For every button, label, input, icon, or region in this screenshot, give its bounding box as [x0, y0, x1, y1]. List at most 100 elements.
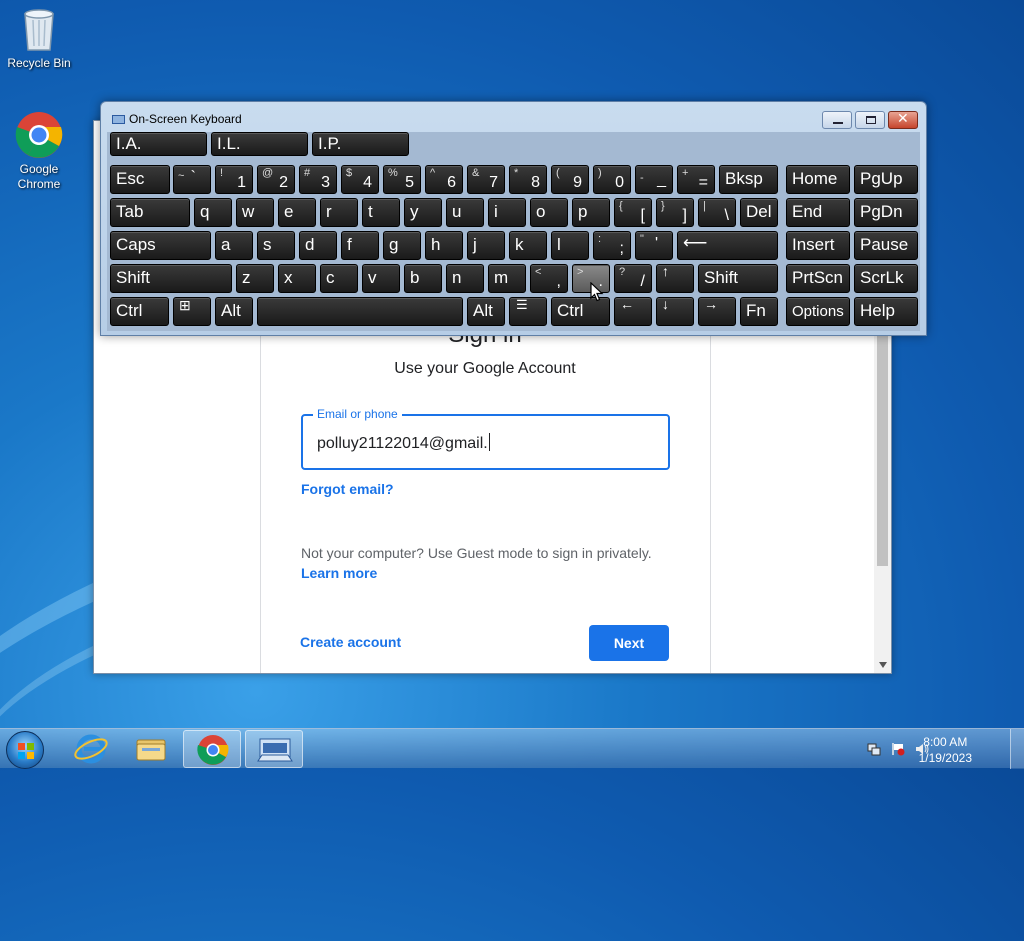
key-options[interactable]: Options [786, 297, 850, 326]
key-l[interactable]: l [551, 231, 589, 260]
key-backslash[interactable]: | \ [698, 198, 736, 227]
key-7[interactable]: & 7 [467, 165, 505, 194]
key-3[interactable]: #3 [299, 165, 337, 194]
key-x[interactable]: x [278, 264, 316, 293]
close-button[interactable]: ✕ [888, 111, 918, 129]
key-o[interactable]: o [530, 198, 568, 227]
key-home[interactable]: Home [786, 165, 850, 194]
key-backspace[interactable]: Bksp [719, 165, 778, 194]
key-ctrl-left[interactable]: Ctrl [110, 297, 169, 326]
key-comma[interactable]: <, [530, 264, 568, 293]
key-6[interactable]: ^ 6 [425, 165, 463, 194]
key-1[interactable]: ! 1 [215, 165, 253, 194]
key-q[interactable]: q [194, 198, 232, 227]
key-minus[interactable]: - _ [635, 165, 673, 194]
key-help[interactable]: Help [854, 297, 918, 326]
key-pgdn[interactable]: PgDn [854, 198, 918, 227]
key-k[interactable]: k [509, 231, 547, 260]
scroll-down-arrow-icon[interactable] [879, 662, 887, 668]
taskbar-windows-explorer[interactable] [122, 730, 180, 768]
key-windows[interactable]: ⊞ [173, 297, 211, 326]
email-field-value[interactable]: polluy21122014@gmail. [317, 433, 490, 453]
key-2[interactable]: @2 [257, 165, 295, 194]
key-arrow-up[interactable]: ↑ [656, 264, 694, 293]
key-end[interactable]: End [786, 198, 850, 227]
key-caps[interactable]: Caps [110, 231, 211, 260]
key-w[interactable]: w [236, 198, 274, 227]
key-v[interactable]: v [362, 264, 400, 293]
prediction-key[interactable]: I.L. [211, 132, 308, 156]
key-e[interactable]: e [278, 198, 316, 227]
key-fn[interactable]: Fn [740, 297, 778, 326]
prediction-key[interactable]: I.A. [110, 132, 207, 156]
system-clock[interactable]: 8:00 AM 1/19/2023 [919, 734, 972, 766]
key-pause[interactable]: Pause [854, 231, 918, 260]
maximize-button[interactable] [855, 111, 885, 129]
key-insert[interactable]: Insert [786, 231, 850, 260]
key-8[interactable]: * 8 [509, 165, 547, 194]
key-arrow-right[interactable]: → [698, 297, 736, 326]
key-5[interactable]: % 5 [383, 165, 421, 194]
key-shift-right[interactable]: Shift [698, 264, 778, 293]
key-semicolon[interactable]: :; [593, 231, 631, 260]
key-n[interactable]: n [446, 264, 484, 293]
key-right-bracket[interactable]: }] [656, 198, 694, 227]
action-center-flag-icon[interactable] [891, 742, 905, 756]
key-enter[interactable]: ⟵ [677, 231, 778, 260]
taskbar-internet-explorer[interactable] [62, 730, 120, 768]
key-j[interactable]: j [467, 231, 505, 260]
key-scrlk[interactable]: ScrLk [854, 264, 918, 293]
show-desktop-button[interactable] [1010, 729, 1024, 769]
key-m[interactable]: m [488, 264, 526, 293]
key-b[interactable]: b [404, 264, 442, 293]
key-t[interactable]: t [362, 198, 400, 227]
key-slash[interactable]: ? / [614, 264, 652, 293]
start-button[interactable] [6, 731, 44, 769]
taskbar-on-screen-keyboard[interactable] [245, 730, 303, 768]
key-f[interactable]: f [341, 231, 379, 260]
key-arrow-left[interactable]: ← [614, 297, 652, 326]
key-shift-left[interactable]: Shift [110, 264, 232, 293]
key-h[interactable]: h [425, 231, 463, 260]
key-i[interactable]: i [488, 198, 526, 227]
key-u[interactable]: u [446, 198, 484, 227]
key-s[interactable]: s [257, 231, 295, 260]
key-d[interactable]: d [299, 231, 337, 260]
key-left-bracket[interactable]: {[ [614, 198, 652, 227]
key-9[interactable]: (9 [551, 165, 589, 194]
scrollbar-thumb[interactable] [877, 321, 888, 566]
key-r[interactable]: r [320, 198, 358, 227]
key-alt-left[interactable]: Alt [215, 297, 253, 326]
key-0[interactable]: ) 0 [593, 165, 631, 194]
key-equals[interactable]: + = [677, 165, 715, 194]
key-space[interactable] [257, 297, 463, 326]
key-del[interactable]: Del [740, 198, 778, 227]
key-c[interactable]: c [320, 264, 358, 293]
key-tilde[interactable]: ~ ` [173, 165, 211, 194]
key-alt-right[interactable]: Alt [467, 297, 505, 326]
key-quote[interactable]: " ' [635, 231, 673, 260]
key-a[interactable]: a [215, 231, 253, 260]
key-arrow-down[interactable]: ↓ [656, 297, 694, 326]
key-4[interactable]: $4 [341, 165, 379, 194]
next-button[interactable]: Next [589, 625, 669, 661]
network-icon[interactable] [867, 742, 881, 756]
key-z[interactable]: z [236, 264, 274, 293]
key-tab[interactable]: Tab [110, 198, 190, 227]
create-account-link[interactable]: Create account [300, 634, 401, 650]
key-y[interactable]: y [404, 198, 442, 227]
desktop-icon-google-chrome[interactable]: Google Chrome [2, 110, 76, 192]
email-field[interactable]: Email or phone polluy21122014@gmail. [301, 407, 670, 470]
minimize-button[interactable] [822, 111, 852, 129]
key-p[interactable]: p [572, 198, 610, 227]
desktop-icon-recycle-bin[interactable]: Recycle Bin [2, 6, 76, 71]
forgot-email-link[interactable]: Forgot email? [301, 481, 394, 497]
key-pgup[interactable]: PgUp [854, 165, 918, 194]
taskbar-google-chrome[interactable] [183, 730, 241, 768]
learn-more-link[interactable]: Learn more [301, 565, 377, 581]
prediction-key[interactable]: I.P. [312, 132, 409, 156]
key-menu[interactable]: ☰ [509, 297, 547, 326]
key-g[interactable]: g [383, 231, 421, 260]
key-esc[interactable]: Esc [110, 165, 170, 194]
key-prtscn[interactable]: PrtScn [786, 264, 850, 293]
